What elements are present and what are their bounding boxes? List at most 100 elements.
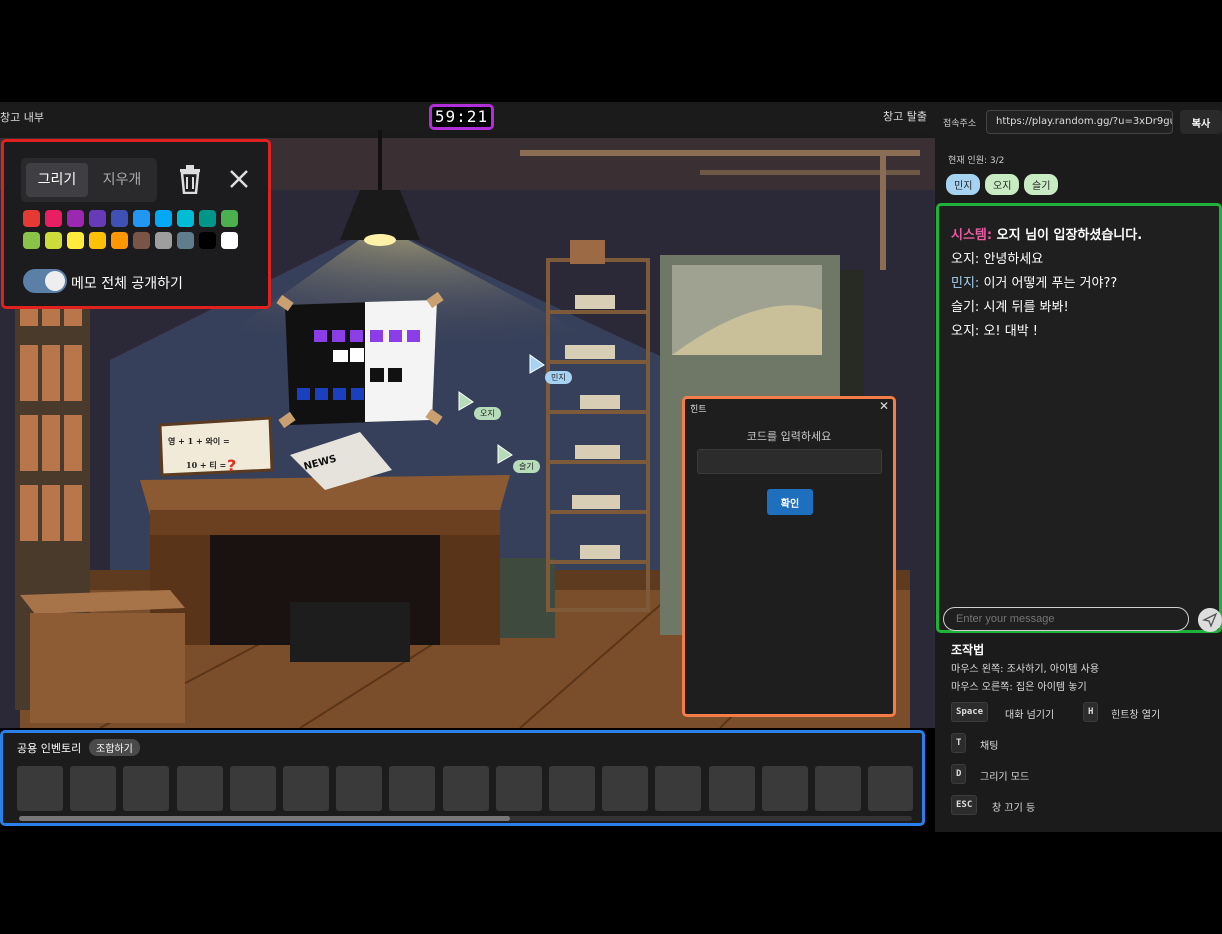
key-h: H [1083, 702, 1099, 722]
tab-eraser[interactable]: 지우개 [91, 163, 153, 197]
chat-message: 슬기: 시계 뒤를 봐봐! [951, 296, 1069, 315]
controls-line: 마우스 왼쪽: 조사하기, 아이템 사용 [951, 664, 1100, 675]
color-swatch[interactable] [221, 232, 238, 249]
cursor-label: 슬기 [513, 460, 540, 473]
color-swatch[interactable] [45, 232, 62, 249]
drawing-panel: 그리기 지우개 메모 전체 공개하기 [1, 139, 271, 309]
top-bar: 창고 내부 59:21 창고 탈출 [0, 102, 935, 130]
scrollbar-thumb[interactable] [19, 816, 511, 821]
cursor-arrow-icon [458, 391, 474, 411]
shared-inventory: 공용 인벤토리 조합하기 [0, 730, 925, 826]
chat-text: 이거 어떻게 푸는 거야?? [979, 276, 1118, 291]
tab-draw[interactable]: 그리기 [26, 163, 88, 197]
close-icon[interactable]: ✕ [879, 399, 889, 413]
send-icon[interactable] [1198, 608, 1222, 632]
inventory-slot[interactable] [442, 766, 489, 811]
color-swatch[interactable] [67, 232, 84, 249]
inventory-slot[interactable] [602, 766, 649, 811]
color-swatch[interactable] [111, 232, 128, 249]
inventory-slot[interactable] [708, 766, 755, 811]
color-swatch[interactable] [89, 210, 106, 227]
cursor-label: 민지 [545, 371, 572, 384]
key-desc: 그리기 모드 [980, 772, 1030, 783]
key-d: D [951, 764, 967, 784]
inventory-slot[interactable] [123, 766, 170, 811]
share-memo-label: 메모 전체 공개하기 [71, 276, 183, 292]
color-swatch[interactable] [67, 210, 84, 227]
inventory-slot[interactable] [176, 766, 223, 811]
countdown-timer: 59:21 [429, 104, 494, 130]
cursor-arrow-icon [497, 444, 513, 464]
player-badge: 오지 [985, 174, 1020, 195]
color-swatch[interactable] [23, 232, 40, 249]
address-label: 접속주소 [943, 119, 977, 129]
color-swatch[interactable] [177, 232, 194, 249]
color-swatch[interactable] [199, 210, 216, 227]
confirm-button[interactable]: 확인 [767, 489, 813, 515]
color-swatch[interactable] [133, 232, 150, 249]
code-input[interactable] [697, 449, 882, 474]
share-memo-toggle[interactable] [23, 269, 67, 293]
key-esc: ESC [951, 795, 978, 815]
player-badge: 슬기 [1024, 174, 1059, 195]
cursor-arrow-icon [529, 354, 545, 374]
inventory-scrollbar[interactable] [19, 816, 912, 821]
chat-text: 안녕하세요 [979, 252, 1044, 267]
chat-sender: 민지: [951, 276, 980, 291]
color-swatch[interactable] [23, 210, 40, 227]
controls-line: 마우스 오른쪽: 집은 아이템 놓기 [951, 682, 1087, 693]
copy-button[interactable]: 복사 [1180, 110, 1222, 134]
color-swatch[interactable] [45, 210, 62, 227]
player-badge: 민지 [946, 174, 981, 195]
color-swatch[interactable] [155, 210, 172, 227]
inventory-slot[interactable] [549, 766, 595, 811]
key-desc: 창 끄기 등 [992, 803, 1036, 814]
close-icon[interactable] [226, 166, 252, 192]
color-swatch[interactable] [133, 210, 150, 227]
inventory-slot[interactable] [336, 766, 383, 811]
color-swatch[interactable] [221, 210, 238, 227]
inventory-slot[interactable] [815, 766, 861, 811]
key-desc: 힌트창 열기 [1111, 710, 1161, 721]
hint-dialog: 힌트 ✕ 코드를 입력하세요 확인 [682, 396, 896, 717]
chat-sender: 슬기: [951, 300, 980, 315]
key-desc: 대화 넘기기 [1005, 710, 1055, 721]
inventory-title: 공용 인벤토리 [17, 742, 82, 755]
chat-sender: 오지: [951, 252, 980, 267]
color-swatch[interactable] [111, 210, 128, 227]
chat-input[interactable] [943, 607, 1189, 631]
inventory-slot[interactable] [655, 766, 702, 811]
chat-text: 오! 대박 ! [979, 324, 1039, 339]
inventory-slot[interactable] [389, 766, 436, 811]
chat-message: 오지: 안녕하세요 [951, 248, 1043, 267]
chat-sender: 시스템: [951, 228, 993, 243]
address-field[interactable]: https://play.random.gg/?u=3xDr9gus [986, 110, 1173, 134]
player-count: 현재 인원: 3/2 [948, 156, 1005, 166]
key-space: Space [951, 702, 989, 722]
color-swatch[interactable] [155, 232, 172, 249]
key-t: T [951, 733, 967, 753]
chat-message: 오지: 오! 대박 ! [951, 320, 1038, 339]
inventory-slot[interactable] [229, 766, 276, 811]
trash-icon[interactable] [176, 164, 204, 194]
inventory-slot[interactable] [70, 766, 117, 811]
room-title: 창고 내부 [0, 111, 44, 124]
combine-button[interactable]: 조합하기 [89, 739, 140, 756]
color-swatch[interactable] [199, 232, 216, 249]
cursor-label: 오지 [474, 407, 501, 420]
color-swatch[interactable] [177, 210, 194, 227]
toggle-knob [45, 271, 65, 291]
drawing-mode-tabs: 그리기 지우개 [21, 158, 157, 202]
inventory-slot[interactable] [495, 766, 542, 811]
svg-text:?: ? [227, 456, 236, 475]
controls-title: 조작법 [951, 643, 985, 657]
sign-line-1: 영 + 1 + 와이 = [168, 436, 230, 446]
inventory-slot[interactable] [283, 766, 329, 811]
inventory-slot[interactable] [761, 766, 808, 811]
escape-button[interactable]: 창고 탈출 [883, 108, 927, 124]
key-desc: 채팅 [980, 741, 999, 752]
color-swatch[interactable] [89, 232, 106, 249]
chat-text: 오지 님이 입장하셨습니다. [992, 228, 1143, 243]
inventory-slot[interactable] [868, 766, 913, 811]
inventory-slot[interactable] [17, 766, 63, 811]
